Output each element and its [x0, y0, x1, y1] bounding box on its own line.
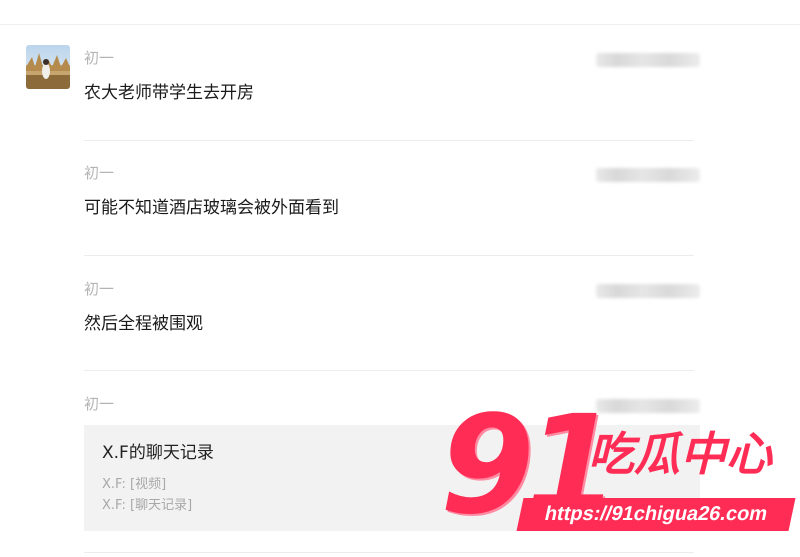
message-item: 初一 农大老师带学生去开房 [84, 48, 700, 105]
timestamp-blurred [596, 53, 700, 67]
chat-record-preview-line: X.F: [聊天记录] [102, 498, 193, 513]
message-item: 初一 然后全程被围观 [84, 279, 700, 336]
watermark-logo: 91 吃瓜中心 https://91chigua26.com [440, 398, 800, 557]
message-divider [84, 255, 694, 256]
message-text: 然后全程被围观 [84, 314, 203, 334]
watermark-name: 吃瓜中心 [588, 427, 772, 481]
message-divider [84, 370, 694, 371]
chat-record-preview-line: X.F: [视频] [102, 477, 167, 492]
chat-record-view: 初一 农大老师带学生去开房 初一 可能不知道酒店玻璃会被外面看到 初一 然后全程… [0, 0, 800, 557]
timestamp-blurred [596, 284, 700, 298]
message-item: 初一 可能不知道酒店玻璃会被外面看到 [84, 163, 700, 220]
avatar[interactable] [26, 45, 70, 89]
message-divider [84, 140, 694, 141]
watermark-url: https://91chigua26.com [516, 498, 796, 531]
message-text: 可能不知道酒店玻璃会被外面看到 [84, 198, 339, 218]
message-text: 农大老师带学生去开房 [84, 83, 254, 103]
avatar-image [26, 45, 70, 89]
header-divider [0, 24, 800, 25]
chat-record-title: X.F的聊天记录 [102, 443, 214, 463]
timestamp-blurred [596, 168, 700, 182]
